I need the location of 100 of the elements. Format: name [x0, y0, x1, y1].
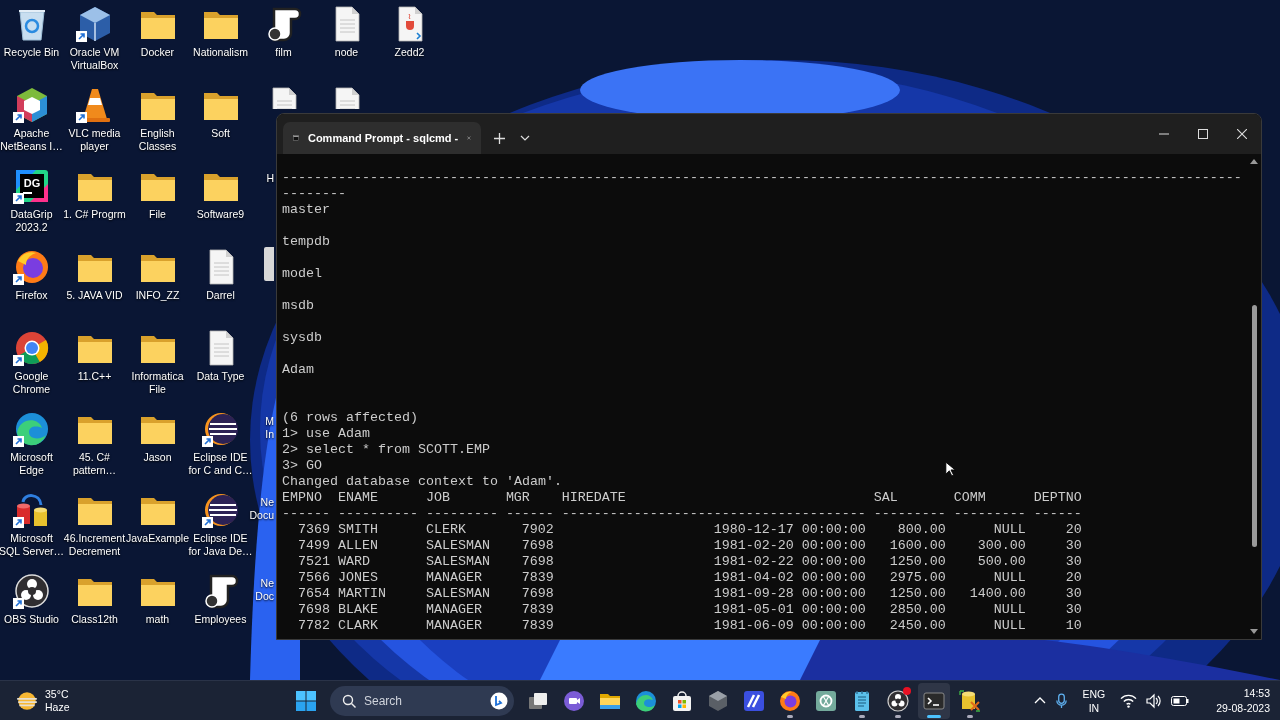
clock-date[interactable]: 29-08-2023 — [1216, 700, 1270, 716]
shopping-bag-icon — [670, 688, 694, 713]
column-header: SAL — [873, 490, 899, 506]
icon-label[interactable]: Data Type — [196, 370, 245, 383]
microphone-icon[interactable] — [1054, 692, 1068, 709]
icon-edge — [264, 247, 274, 281]
table-cell-text: 7566 — [297, 570, 330, 586]
plus-icon[interactable] — [494, 132, 505, 144]
icon-label[interactable]: Ne Doc — [255, 577, 274, 603]
table-cell-text: 1981-02-20 00:00:00 — [712, 538, 866, 554]
maximize-icon[interactable] — [1197, 129, 1208, 139]
icon-label[interactable]: 45. C# pattern… — [72, 451, 117, 477]
icon-label[interactable]: Informatica File — [131, 370, 184, 396]
icon-label[interactable]: Microsoft Edge — [10, 451, 53, 477]
icon-label[interactable]: Microsoft SQL Server… — [0, 532, 64, 558]
icon-label[interactable]: 1. C# Progrm — [63, 208, 126, 221]
column-rule: --------- — [873, 506, 946, 522]
wifi-icon[interactable] — [1120, 693, 1138, 708]
column-rule: ---------- — [337, 506, 418, 522]
icon-label[interactable]: Class12th — [71, 613, 118, 626]
terminal-line: Adam — [282, 362, 314, 378]
icon-label[interactable]: File — [149, 208, 166, 221]
table-cell-text: 7698 — [520, 586, 554, 602]
start-icon — [294, 688, 318, 713]
icon-label[interactable]: Google Chrome — [12, 370, 51, 396]
column-rule: --------- — [953, 506, 1026, 522]
icon-label[interactable]: DataGrip 2023.2 — [10, 208, 53, 234]
table-cell-text: JONES — [337, 570, 379, 586]
table-cell-text: 7839 — [520, 618, 554, 634]
column-rule: -------------------------------------- — [561, 506, 866, 522]
scroll-down-icon[interactable] — [1250, 628, 1258, 635]
search-field[interactable]: Search — [330, 685, 514, 716]
icon-label[interactable]: Eclipse IDE for Java De… — [188, 532, 253, 558]
icon-label[interactable]: Nationalism — [193, 46, 248, 59]
icon-label[interactable]: Recycle Bin — [3, 46, 60, 59]
table-cell-text: MANAGER — [425, 618, 483, 634]
icon-label[interactable]: Eclipse IDE for C and C… — [188, 451, 253, 477]
icon-label[interactable]: Docker — [140, 46, 175, 59]
icon-label[interactable]: OBS Studio — [4, 613, 59, 626]
icon-label[interactable]: English Classes — [138, 127, 177, 153]
temperature[interactable]: 35°C — [45, 687, 70, 701]
table-cell-text: 7369 — [297, 522, 330, 538]
chevron-up-icon[interactable] — [1033, 696, 1046, 705]
icon-label[interactable]: M In — [265, 415, 274, 441]
language-indicator[interactable]: ENG IN — [1082, 686, 1106, 715]
table-cell-text: 2975.00 — [888, 570, 946, 586]
terminal-line: 3> GO — [282, 458, 322, 474]
icon-label[interactable]: node — [334, 46, 359, 59]
close-icon[interactable] — [1236, 129, 1247, 139]
table-cell-text: MANAGER — [425, 602, 483, 618]
table-cell-text: 1250.00 — [888, 554, 946, 570]
table-cell-text: 2850.00 — [888, 602, 946, 618]
icon-label[interactable]: Darrel — [206, 289, 235, 302]
table-cell-text: 1250.00 — [888, 586, 946, 602]
table-cell-text: NULL — [992, 570, 1026, 586]
column-header: MGR — [505, 490, 531, 506]
caret-icon[interactable] — [519, 134, 530, 142]
icon-label[interactable]: 46.Increment Decrement — [63, 532, 126, 558]
table-cell-text: 30 — [1064, 554, 1082, 570]
taskbar-button[interactable] — [918, 682, 950, 719]
column-rule: --------- — [425, 506, 498, 522]
table-cell-text: 7698 — [520, 538, 554, 554]
icon-label[interactable]: H — [266, 172, 274, 185]
icon-label[interactable]: 5. JAVA VID — [66, 289, 123, 302]
icon-label[interactable]: INFO_ZZ — [135, 289, 180, 302]
icon-label[interactable]: Zedd2 — [394, 46, 425, 59]
obs-icon[interactable] — [11, 571, 52, 611]
icon-label[interactable]: Firefox — [15, 289, 48, 302]
column-rule: ------ — [282, 506, 330, 522]
table-cell-text: 1981-09-28 00:00:00 — [712, 586, 866, 602]
icon-label[interactable]: math — [145, 613, 170, 626]
scroll-up-icon[interactable] — [1250, 158, 1258, 165]
terminal-line: msdb — [282, 298, 314, 314]
volume-icon[interactable] — [1146, 692, 1163, 709]
column-header: ENAME — [337, 490, 379, 506]
icon-label[interactable]: Oracle VM VirtualBox — [69, 46, 120, 72]
table-cell-text: 7782 — [297, 618, 330, 634]
icon-label[interactable]: Apache NetBeans I… — [0, 127, 63, 153]
table-cell-text: 1600.00 — [888, 538, 946, 554]
tab-title: Command Prompt - sqlcmd - — [307, 132, 459, 144]
battery-icon[interactable] — [1171, 695, 1190, 706]
icon-label[interactable]: Jason — [143, 451, 172, 464]
table-cell-text: 7698 — [520, 554, 554, 570]
bing-icon[interactable] — [490, 691, 508, 710]
icon-label[interactable]: JavaExample — [126, 532, 189, 545]
icon-label[interactable]: Soft — [211, 127, 230, 140]
column-header: HIREDATE — [561, 490, 627, 506]
table-cell-text: SMITH — [337, 522, 379, 538]
edge-icon — [634, 688, 658, 713]
clock-time[interactable]: 14:53 — [1216, 685, 1270, 701]
icon-label[interactable]: Employees — [194, 613, 247, 626]
icon-label[interactable]: VLC media player — [68, 127, 121, 153]
icon-label[interactable]: 11.C++ — [77, 370, 112, 383]
icon-label[interactable]: Software9 — [196, 208, 245, 221]
table-cell-text: 2450.00 — [888, 618, 946, 634]
icon-label[interactable]: film — [275, 46, 292, 59]
column-rule: ------ — [505, 506, 554, 522]
weather-condition[interactable]: Haze — [45, 700, 70, 714]
terminal-tab[interactable]: Command Prompt - sqlcmd - — [283, 122, 481, 154]
table-cell-text: CLARK — [337, 618, 379, 634]
